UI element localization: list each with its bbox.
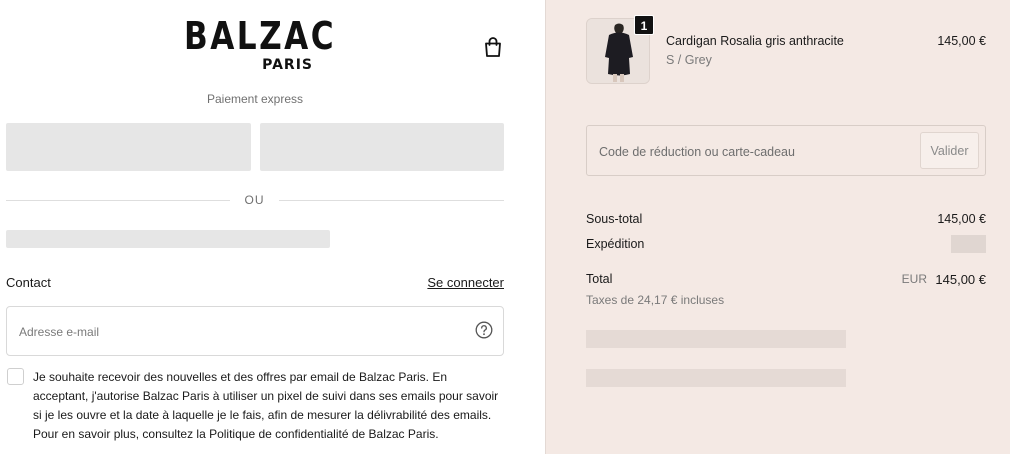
loading-placeholder <box>6 230 330 248</box>
discount-code-input[interactable] <box>597 126 911 177</box>
subtotal-label: Sous-total <box>586 212 643 226</box>
shipping-label: Expédition <box>586 237 645 251</box>
taxes-note: Taxes de 24,17 € incluses <box>586 293 725 307</box>
brand-subtitle: PARIS <box>262 57 313 73</box>
apply-discount-button[interactable]: Valider <box>920 132 979 169</box>
email-field[interactable] <box>17 307 461 357</box>
express-pay-button-1[interactable] <box>6 123 251 171</box>
or-separator: OU <box>244 193 265 207</box>
discount-field-container: Valider <box>586 125 986 177</box>
shipping-value-placeholder <box>951 235 986 253</box>
subtotal-value: 145,00 € <box>937 212 986 226</box>
currency-code: EUR <box>901 272 927 286</box>
newsletter-checkbox[interactable] <box>7 368 24 385</box>
divider-right <box>279 200 504 201</box>
help-icon[interactable] <box>475 321 493 339</box>
checkout-main: BALZAC PARIS Paiement express OU Contact… <box>0 0 545 454</box>
login-link[interactable]: Se connecter <box>427 275 504 290</box>
shopping-bag-icon[interactable] <box>482 36 504 58</box>
newsletter-consent-text: Je souhaite recevoir des nouvelles et de… <box>33 370 499 441</box>
summary-placeholder-1 <box>586 330 846 348</box>
express-pay-button-2[interactable] <box>260 123 504 171</box>
contact-heading: Contact <box>6 275 51 290</box>
summary-placeholder-2 <box>586 369 846 387</box>
product-price: 145,00 € <box>937 34 986 48</box>
quantity-badge: 1 <box>634 15 654 35</box>
brand-name: BALZAC <box>184 14 337 58</box>
divider-left <box>6 200 230 201</box>
brand-logo[interactable]: BALZAC PARIS <box>184 14 337 73</box>
total-value: 145,00 € <box>935 272 986 287</box>
express-checkout-title: Paiement express <box>206 92 304 106</box>
product-name: Cardigan Rosalia gris anthracite <box>666 34 844 48</box>
total-label: Total <box>586 272 613 286</box>
product-variant: S / Grey <box>666 53 712 67</box>
email-field-container <box>6 306 504 357</box>
